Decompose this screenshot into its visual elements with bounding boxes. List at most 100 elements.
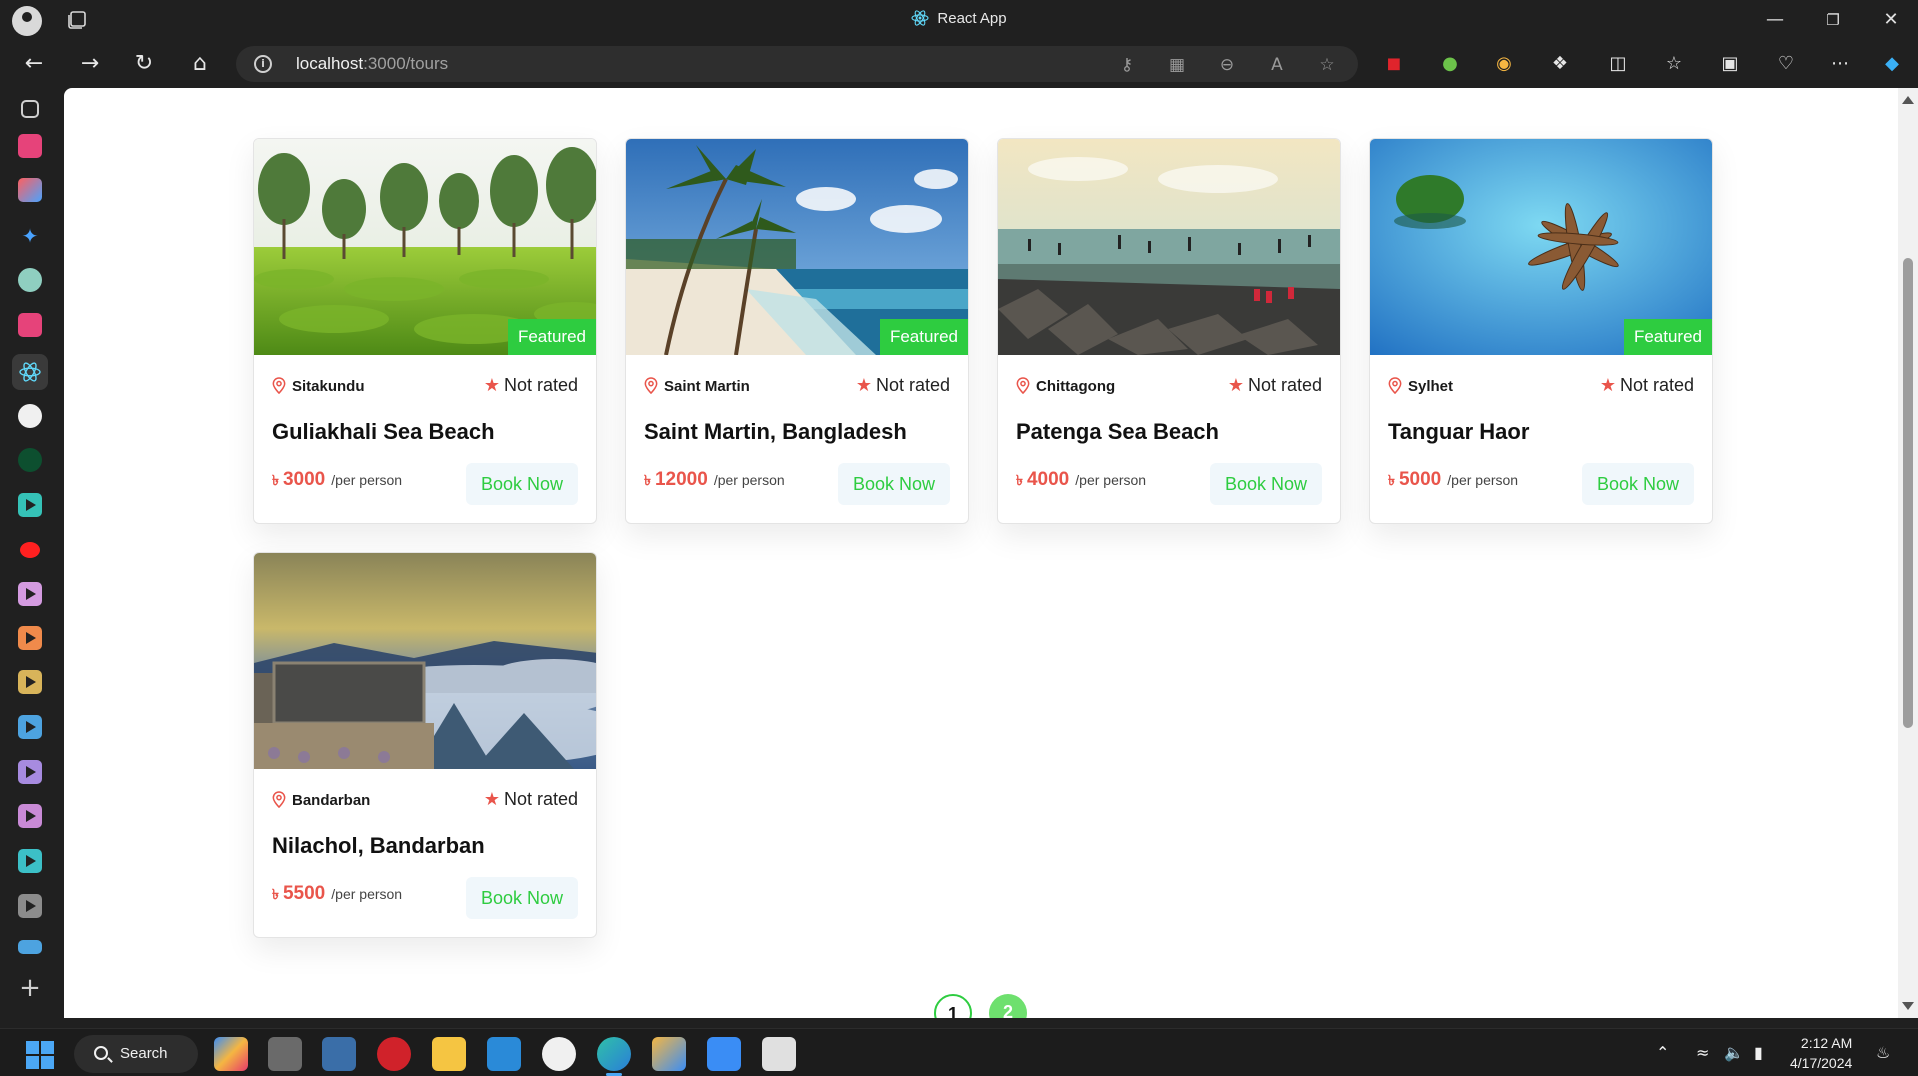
sidebar-react-icon[interactable]	[12, 354, 48, 390]
more-menu-icon[interactable]: ⋯	[1826, 50, 1854, 78]
sidebar-github-icon[interactable]	[18, 404, 42, 428]
page-scrollbar[interactable]	[1898, 88, 1918, 1018]
currency-symbol: ৳	[272, 472, 279, 488]
pagination-page-1[interactable]: 1	[934, 994, 972, 1018]
close-icon[interactable]: ✕	[1868, 6, 1914, 34]
scroll-up-arrow-icon[interactable]	[1902, 96, 1914, 104]
sidebar-app-figma-icon[interactable]	[18, 178, 42, 202]
home-icon[interactable]: ⌂	[184, 48, 216, 80]
pagination-page-2[interactable]: 2	[989, 994, 1027, 1018]
star-icon: ★	[483, 375, 500, 395]
split-screen-icon[interactable]: ◫	[1604, 50, 1632, 78]
extensions-icon[interactable]: ❖	[1546, 50, 1574, 78]
tour-title[interactable]: Guliakhali Sea Beach	[272, 419, 495, 445]
restore-icon[interactable]: ❐	[1810, 6, 1856, 34]
tour-location-text: Sitakundu	[292, 378, 365, 395]
minimize-icon[interactable]: —	[1752, 6, 1798, 34]
sidebar-player-partial-icon[interactable]	[18, 940, 42, 954]
sidebar-chatgpt-icon[interactable]	[18, 268, 42, 292]
sidebar-player-cyan-icon[interactable]	[18, 849, 42, 873]
sidebar-gemini-icon[interactable]: ✦	[18, 224, 42, 248]
sidebar-player-violet-icon[interactable]	[18, 760, 42, 784]
star-icon: ★	[855, 375, 872, 395]
windows-start-icon[interactable]	[26, 1041, 54, 1069]
page-content: Featured Sitakundu ★ Not rated Guliakhali…	[64, 88, 1898, 1018]
sidebar-app-pink-icon[interactable]	[18, 134, 42, 158]
sidebar-add-icon[interactable]: +	[18, 975, 42, 1001]
notification-bell-icon[interactable]: ♨	[1876, 1043, 1890, 1062]
refresh-icon[interactable]: ↻	[128, 48, 160, 80]
favorites-icon[interactable]: ☆	[1660, 50, 1688, 78]
notepad-icon[interactable]	[707, 1037, 741, 1071]
tour-location-text: Sylhet	[1408, 378, 1454, 395]
snipping-tool-icon[interactable]	[762, 1037, 796, 1071]
taskbar-clock[interactable]: 2:12 AM 4/17/2024	[1790, 1033, 1852, 1073]
windows-taskbar: Search ⌃ ≈ 🔈 ▮ 2:12 AM 4/17/2024 ♨	[0, 1028, 1918, 1076]
tour-card[interactable]: Featured Sylhet ★ Not rated Tanguar Haor …	[1369, 138, 1713, 524]
tour-card[interactable]: Featured Sitakundu ★ Not rated Guliakhali…	[253, 138, 597, 524]
sidebar-player-lilac-icon[interactable]	[18, 804, 42, 828]
copilot-icon[interactable]: ◆	[1878, 50, 1906, 78]
edge-browser-icon[interactable]	[597, 1037, 631, 1071]
tour-card[interactable]: Featured Saint Martin ★ Not rated Saint M…	[625, 138, 969, 524]
extension-colors-icon[interactable]: ◉	[1490, 50, 1518, 78]
tour-price-value: 5000	[1398, 469, 1442, 490]
apps-icon[interactable]: ▦	[1166, 54, 1188, 76]
address-bar[interactable]: i localhost:3000/tours ⚷ ▦ ⊖ A ☆	[236, 46, 1358, 82]
sidebar-mongodb-icon[interactable]	[18, 448, 42, 472]
browser-essentials-icon[interactable]: ♡	[1772, 50, 1800, 78]
back-icon[interactable]: ←	[18, 48, 50, 80]
favorite-star-icon[interactable]: ☆	[1316, 54, 1338, 76]
key-icon[interactable]: ⚷	[1116, 54, 1138, 76]
battery-icon[interactable]: ▮	[1754, 1043, 1763, 1062]
forward-icon[interactable]: →	[74, 48, 106, 80]
sidebar-youtube-icon[interactable]	[20, 542, 40, 558]
sidebar-player-gold-icon[interactable]	[18, 670, 42, 694]
sidebar-player-gray-icon[interactable]	[18, 894, 42, 918]
t-app-icon[interactable]	[377, 1037, 411, 1071]
scroll-down-arrow-icon[interactable]	[1902, 1002, 1914, 1010]
sidebar-tabs-icon[interactable]	[21, 100, 39, 118]
book-now-button[interactable]: Book Now	[466, 463, 578, 505]
sidebar-app-pink2-icon[interactable]	[18, 313, 42, 337]
app-a-icon[interactable]	[542, 1037, 576, 1071]
tour-card[interactable]: Chittagong ★ Not rated Patenga Sea Beach …	[997, 138, 1341, 524]
extension-plus-icon[interactable]: ●	[1436, 50, 1464, 78]
sidebar-player-purple-icon[interactable]	[18, 582, 42, 606]
tour-image[interactable]	[998, 139, 1341, 355]
edge-sidebar: ✦ +	[0, 88, 62, 1023]
book-now-button[interactable]: Book Now	[1582, 463, 1694, 505]
collections-icon[interactable]: ▣	[1716, 50, 1744, 78]
location-pin-icon	[1016, 377, 1030, 394]
volume-icon[interactable]: 🔈	[1724, 1043, 1744, 1062]
zoom-out-icon[interactable]: ⊖	[1216, 54, 1238, 76]
tour-card[interactable]: Bandarban ★ Not rated Nilachol, Bandarban…	[253, 552, 597, 938]
ublock-icon[interactable]: ◼	[1380, 50, 1408, 78]
copilot-pre-app-icon[interactable]	[214, 1037, 248, 1071]
tour-title[interactable]: Tanguar Haor	[1388, 419, 1529, 445]
tour-title[interactable]: Saint Martin, Bangladesh	[644, 419, 907, 445]
url-text[interactable]: localhost:3000/tours	[296, 54, 448, 74]
tour-price-value: 4000	[1026, 469, 1070, 490]
book-now-button[interactable]: Book Now	[838, 463, 950, 505]
book-now-button[interactable]: Book Now	[466, 877, 578, 919]
scrollbar-thumb[interactable]	[1903, 258, 1913, 728]
task-view-app-icon[interactable]	[268, 1037, 302, 1071]
wifi-icon[interactable]: ≈	[1696, 1043, 1709, 1062]
tour-image[interactable]	[254, 553, 597, 769]
photos-app-icon[interactable]	[322, 1037, 356, 1071]
sidebar-player-orange-icon[interactable]	[18, 626, 42, 650]
sidebar-player-teal-icon[interactable]	[18, 493, 42, 517]
site-info-icon[interactable]: i	[254, 55, 272, 73]
vscode-icon[interactable]	[487, 1037, 521, 1071]
read-aloud-icon[interactable]: A	[1266, 54, 1288, 76]
tour-title[interactable]: Nilachol, Bandarban	[272, 833, 485, 859]
tour-rating-text: Not rated	[503, 375, 578, 395]
taskbar-search-button[interactable]: Search	[74, 1035, 198, 1073]
git-app-icon[interactable]	[652, 1037, 686, 1071]
book-now-button[interactable]: Book Now	[1210, 463, 1322, 505]
tray-overflow-icon[interactable]: ⌃	[1656, 1043, 1669, 1062]
sidebar-player-blue-icon[interactable]	[18, 715, 42, 739]
tour-title[interactable]: Patenga Sea Beach	[1016, 419, 1219, 445]
file-explorer-icon[interactable]	[432, 1037, 466, 1071]
